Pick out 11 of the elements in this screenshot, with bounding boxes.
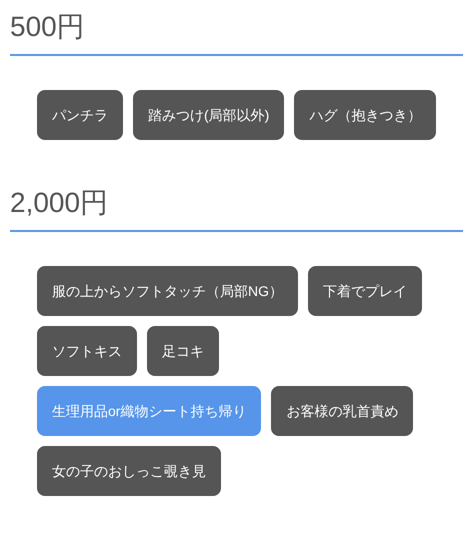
option-tag[interactable]: ソフトキス [37, 326, 137, 376]
option-tag[interactable]: ハグ（抱きつき） [294, 90, 436, 140]
option-tag[interactable]: 踏みつけ(局部以外) [133, 90, 284, 140]
price-heading: 500円 [10, 10, 86, 44]
option-tag[interactable]: 服の上からソフトタッチ（局部NG） [37, 266, 298, 316]
option-tag[interactable]: 女の子のおしっこ覗き見 [37, 446, 221, 496]
option-tag[interactable]: パンチラ [37, 90, 123, 140]
price-heading: 2,000円 [10, 186, 110, 220]
option-tag[interactable]: 下着でプレイ [308, 266, 422, 316]
option-tag[interactable]: 足コキ [147, 326, 219, 376]
option-tag[interactable]: お客様の乳首責め [271, 386, 414, 436]
